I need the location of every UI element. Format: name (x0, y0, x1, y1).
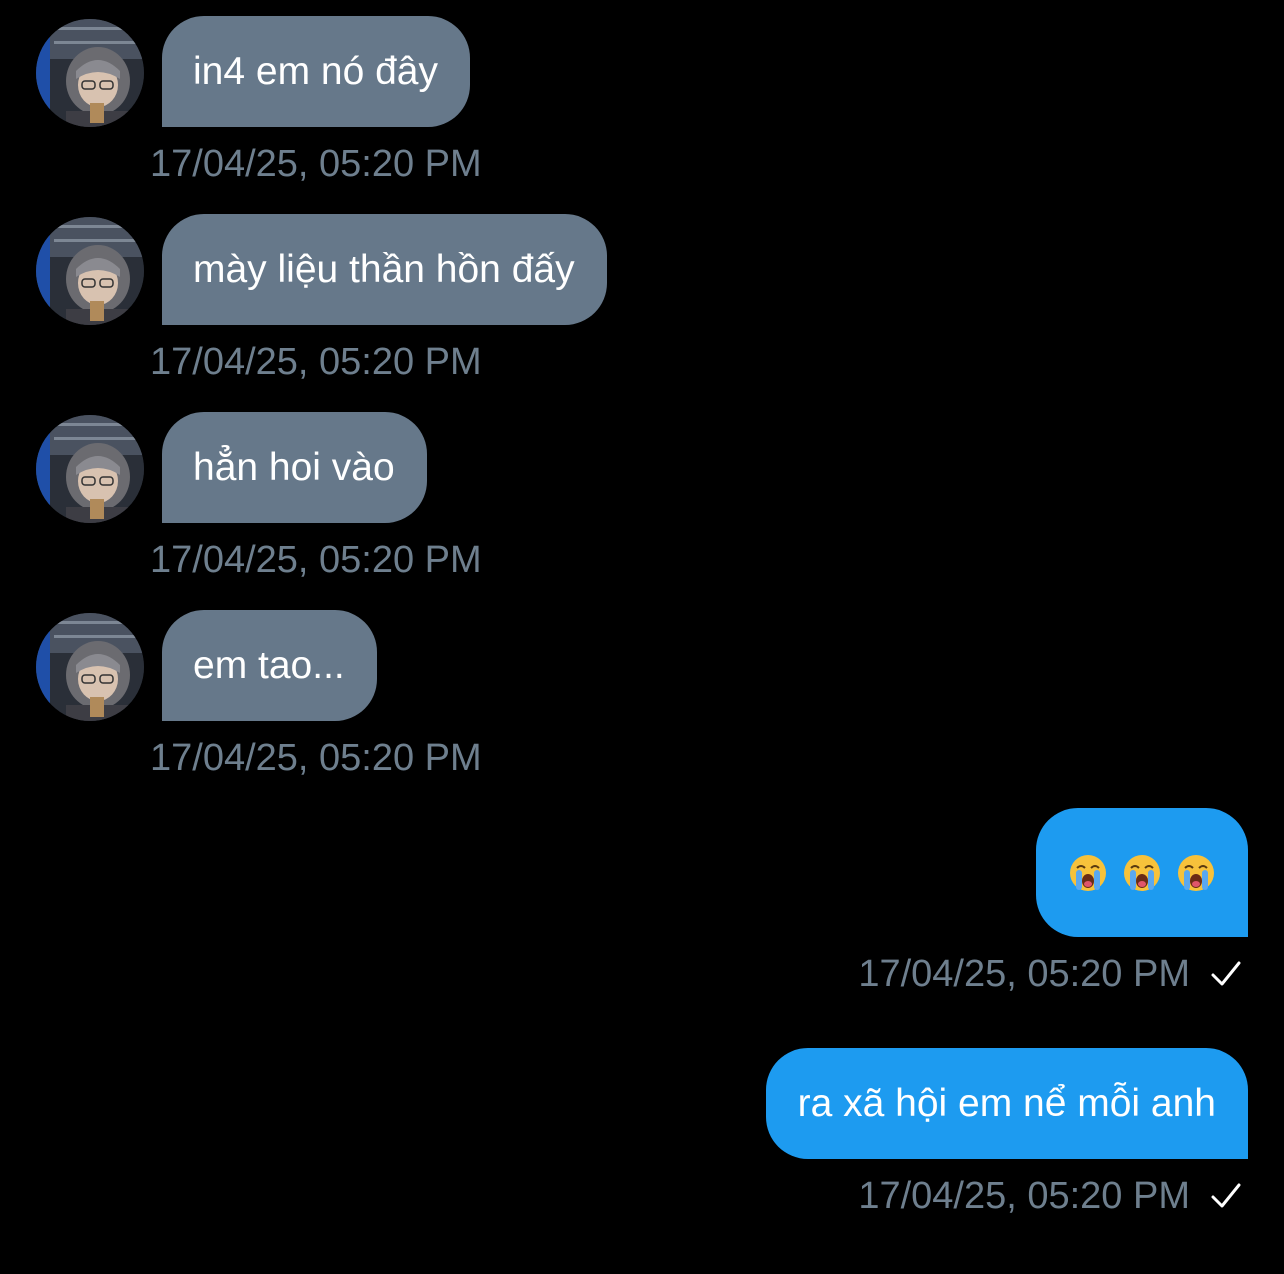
message-bubble-incoming[interactable]: mày liệu thần hồn đấy (162, 214, 607, 325)
loudly-crying-face-icon (1124, 854, 1160, 891)
avatar-image (36, 217, 144, 325)
avatar-image (36, 613, 144, 721)
message-text: in4 em nó đây (193, 50, 438, 93)
message-timestamp: 17/04/25, 05:20 PM (858, 1175, 1190, 1217)
sender-avatar[interactable] (36, 217, 144, 325)
message-timestamp: 17/04/25, 05:20 PM (858, 953, 1190, 995)
message-bubble-incoming[interactable]: in4 em nó đây (162, 16, 470, 127)
message-timestamp: 17/04/25, 05:20 PM (150, 143, 482, 185)
sender-avatar[interactable] (36, 19, 144, 127)
message-text: mày liệu thần hồn đấy (193, 248, 575, 291)
emoji-group (1068, 808, 1216, 937)
message-bubble-outgoing[interactable] (1036, 808, 1248, 937)
loudly-crying-face-icon (1070, 854, 1106, 891)
checkmark-icon (1211, 1183, 1241, 1208)
message-timestamp: 17/04/25, 05:20 PM (150, 341, 482, 383)
checkmark-icon (1211, 961, 1241, 986)
message-text: em tao... (193, 644, 345, 687)
avatar-image (36, 415, 144, 523)
message-text: ra xã hội em nể mỗi anh (797, 1082, 1216, 1125)
message-timestamp: 17/04/25, 05:20 PM (150, 737, 482, 779)
sender-avatar[interactable] (36, 415, 144, 523)
message-bubble-incoming[interactable]: hẳn hoi vào (162, 412, 427, 523)
message-timestamp: 17/04/25, 05:20 PM (150, 539, 482, 581)
loudly-crying-face-icon (1178, 854, 1214, 891)
avatar-image (36, 19, 144, 127)
sender-avatar[interactable] (36, 613, 144, 721)
message-bubble-incoming[interactable]: em tao... (162, 610, 377, 721)
message-text: hẳn hoi vào (193, 446, 395, 489)
message-bubble-outgoing[interactable]: ra xã hội em nể mỗi anh (765, 1048, 1248, 1159)
